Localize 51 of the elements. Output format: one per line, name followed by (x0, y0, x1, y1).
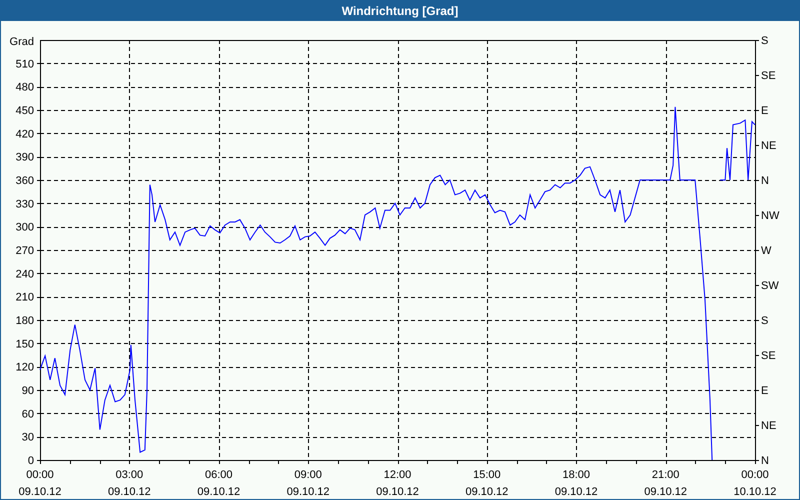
axis-label: 330 (16, 198, 34, 210)
axis-label: 240 (16, 268, 34, 280)
axis-title: Grad (10, 36, 34, 48)
axis-label: 180 (16, 315, 34, 327)
axis-label: 0 (28, 455, 34, 467)
date-label: 09.10.12 (286, 486, 330, 498)
date-label: 09.10.12 (197, 486, 240, 498)
axis-label: E (761, 105, 768, 117)
axis-label: 210 (16, 292, 34, 304)
axis-label: S (761, 315, 768, 327)
axis-label: 03:00 (116, 469, 144, 481)
date-label: 10.10.12 (734, 486, 776, 498)
axis-label: 480 (16, 82, 34, 94)
axis-label: E (761, 385, 768, 397)
axis-label: 300 (16, 222, 34, 234)
axis-label: N (761, 455, 769, 467)
axis-label: 150 (16, 338, 34, 350)
axis-label: 00:00 (26, 469, 54, 481)
axis-label: 06:00 (204, 469, 233, 481)
axis-label: 360 (16, 175, 34, 187)
axis-label: 90 (22, 385, 34, 397)
axis-label: 270 (16, 245, 34, 257)
axis-label: 12:00 (384, 469, 412, 481)
date-label: 09.10.12 (108, 486, 151, 498)
window-title: Windrichtung [Grad] (1, 1, 799, 21)
axis-label: S (761, 35, 768, 47)
axis-label: 18:00 (562, 469, 590, 481)
axis-label: 15:00 (473, 469, 501, 481)
axis-label: 30 (22, 432, 34, 444)
axis-label: NE (761, 140, 776, 152)
date-label: 09.10.12 (376, 486, 419, 498)
date-label: 09.10.12 (644, 486, 688, 498)
axis-label: W (761, 245, 772, 257)
axis-label: SE (761, 70, 776, 82)
axis-label: NE (761, 420, 776, 432)
axis-label: 420 (16, 128, 34, 140)
axis-label: 21:00 (652, 469, 680, 481)
axis-label: N (761, 175, 769, 187)
axis-label: 450 (16, 105, 34, 117)
axis-label: NW (761, 210, 780, 222)
axis-label: 510 (16, 58, 34, 70)
axis-label: 120 (16, 362, 34, 374)
axis-label: 00:00 (741, 469, 769, 481)
axis-label: SE (761, 350, 776, 362)
axis-label: 390 (16, 152, 34, 164)
axis-label: SW (761, 280, 779, 292)
axis-label: 60 (22, 408, 34, 420)
date-label: 09.10.12 (554, 486, 598, 498)
axis-label: 09:00 (294, 469, 322, 481)
date-label: 09.10.12 (18, 486, 62, 498)
date-label: 09.10.12 (465, 486, 508, 498)
